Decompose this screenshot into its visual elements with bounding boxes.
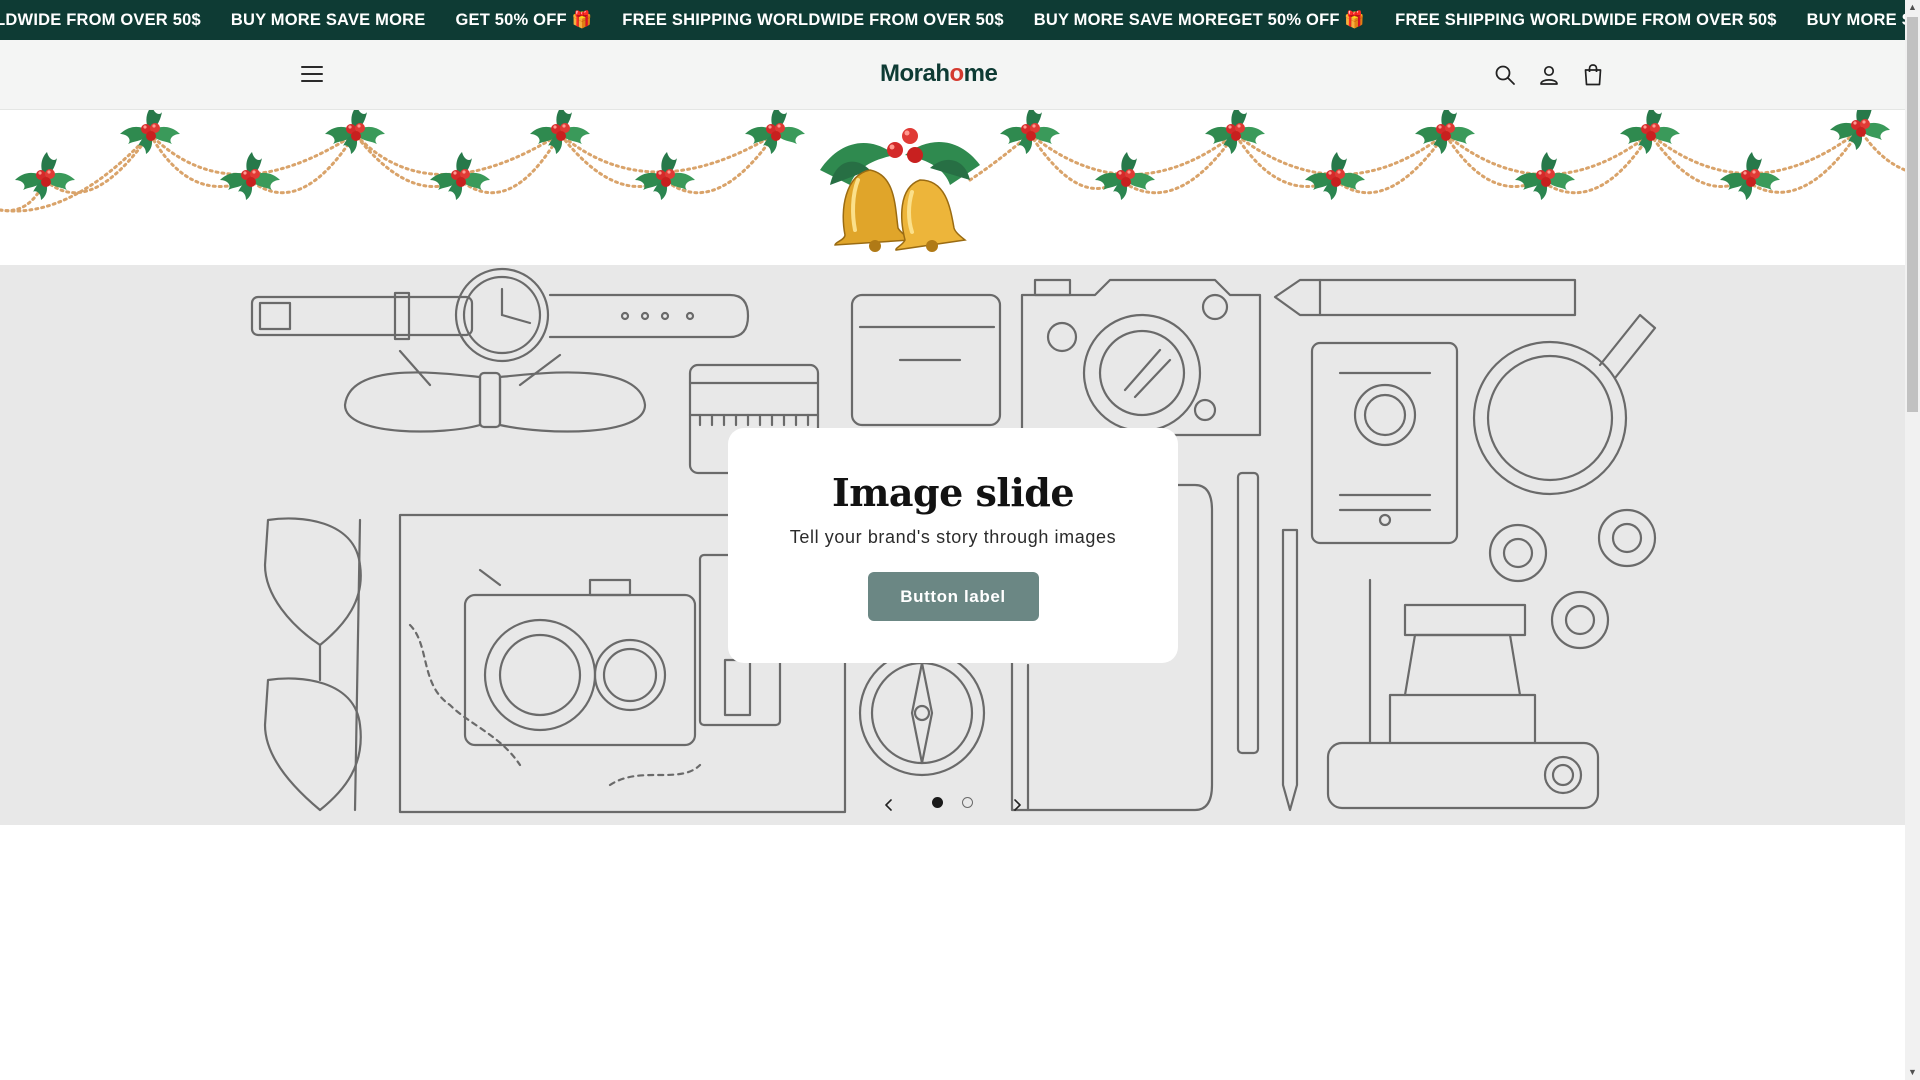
announcement-bar: ORLDWIDE FROM OVER 50$ BUY MORE SAVE MOR… (0, 0, 1905, 40)
menu-icon[interactable] (298, 62, 326, 88)
instant-camera-icon (1326, 578, 1600, 810)
announcement-item: BUY MORE SAVE MOREGET 50% OFF 🎁 (1033, 10, 1366, 29)
christmas-bells-icon (820, 128, 980, 252)
film-camera-icon (463, 568, 697, 747)
site-logo[interactable]: Morahome (880, 60, 998, 88)
scrollbar-thumb[interactable] (1907, 17, 1918, 412)
logo-text-prefix: Morah (880, 60, 950, 87)
logo-text-suffix: me (963, 60, 998, 87)
camera-icon (1020, 278, 1262, 437)
announcement-item: GET 50% OFF 🎁 (455, 10, 593, 29)
page-scrollbar[interactable]: ▲ ▼ (1905, 0, 1920, 1080)
announcement-item: FREE SHIPPING WORLDWIDE FROM OVER 50$ (1395, 10, 1777, 29)
announcement-item: FREE SHIPPING WORLDWIDE FROM OVER 50$ (622, 10, 1004, 29)
watch-icon (250, 267, 750, 363)
garland-decoration (0, 110, 1905, 252)
announcement-marquee: ORLDWIDE FROM OVER 50$ BUY MORE SAVE MOR… (0, 0, 1905, 40)
site-header: Morahome (0, 40, 1905, 110)
sunglasses-icon (263, 517, 362, 812)
slide-content-card: Image slide Tell your brand's story thro… (728, 428, 1178, 663)
slide-cta-button[interactable]: Button label (867, 572, 1039, 621)
announcement-item: ORLDWIDE FROM OVER 50$ (0, 10, 201, 29)
search-icon[interactable] (1490, 60, 1520, 90)
announcement-item: BUY MORE SAVE MORE (230, 10, 426, 29)
pen-icon (1236, 471, 1260, 755)
slide-subtitle: Tell your brand's story through images (789, 527, 1117, 547)
holiday-garland-banner (0, 110, 1905, 265)
tape-roll-icon (1488, 523, 1548, 583)
account-icon[interactable] (1534, 60, 1564, 90)
pencil-2-icon (1281, 528, 1299, 812)
slide-dot-1[interactable] (932, 797, 943, 808)
bowtie-icon (343, 349, 647, 433)
next-slide-icon[interactable] (1007, 795, 1027, 815)
magnifier-icon (1472, 313, 1657, 496)
slide-title: Image slide (831, 470, 1075, 515)
compass-icon (858, 649, 986, 777)
previous-slide-icon[interactable] (879, 795, 899, 815)
cart-icon[interactable] (1578, 60, 1608, 90)
scroll-down-icon[interactable]: ▼ (1908, 1068, 1917, 1077)
logo-heart-o: o (949, 60, 965, 87)
slide-dot-2[interactable] (962, 797, 973, 808)
announcement-item: BUY MORE SAVE MO (1806, 10, 1905, 29)
scroll-up-icon[interactable]: ▲ (1908, 3, 1917, 12)
hero-slideshow: Image slide Tell your brand's story thro… (0, 265, 1905, 825)
